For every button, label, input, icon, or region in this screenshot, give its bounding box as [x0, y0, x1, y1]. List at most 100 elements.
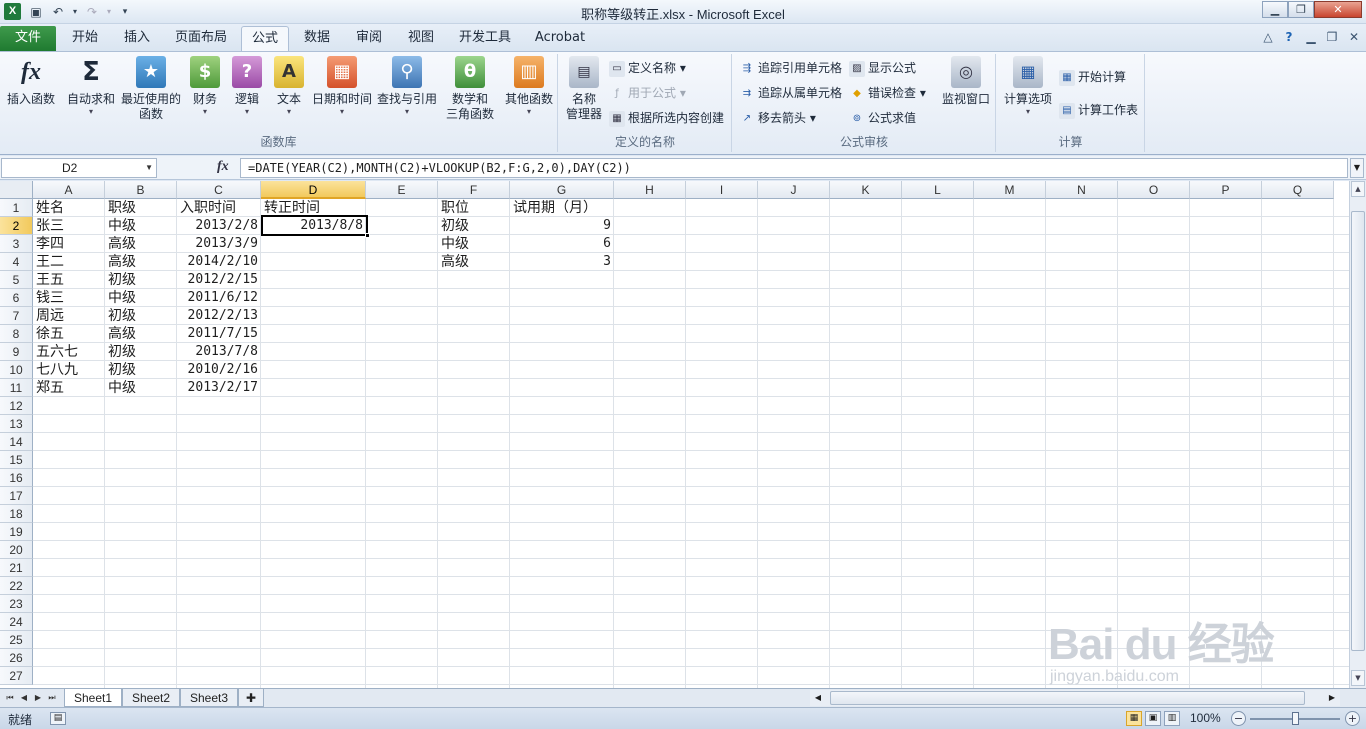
column-header-p[interactable]: P [1190, 181, 1262, 199]
row-header-13[interactable]: 13 [0, 415, 33, 433]
tab-view[interactable]: 视图 [398, 26, 444, 51]
column-header-l[interactable]: L [902, 181, 974, 199]
calculate-now-button[interactable]: ▦ 开始计算 [1059, 67, 1126, 87]
row-header-12[interactable]: 12 [0, 397, 33, 415]
cell-g2[interactable]: 9 [510, 217, 614, 235]
math-trig-button[interactable]: θ 数学和 三角函数 [440, 56, 500, 130]
cell-c1[interactable]: 入职时间 [177, 199, 261, 217]
tab-page-layout[interactable]: 页面布局 [166, 26, 236, 51]
cell-f2[interactable]: 初级 [438, 217, 510, 235]
trace-precedents-button[interactable]: ⇶ 追踪引用单元格 [739, 58, 842, 78]
tab-home[interactable]: 开始 [62, 26, 108, 51]
next-sheet-icon[interactable]: ▶ [32, 691, 44, 705]
cell-b9[interactable]: 初级 [105, 343, 177, 361]
row-header-1[interactable]: 1 [0, 199, 33, 217]
tab-developer[interactable]: 开发工具 [450, 26, 520, 51]
vertical-scrollbar[interactable]: ▲ ▼ [1349, 181, 1366, 688]
column-header-g[interactable]: G [510, 181, 614, 199]
chevron-down-icon[interactable]: ▼ [145, 159, 153, 177]
cell-a11[interactable]: 郑五 [33, 379, 105, 397]
evaluate-formula-button[interactable]: ⊚ 公式求值 [849, 108, 916, 128]
scroll-down-icon[interactable]: ▼ [1351, 670, 1365, 686]
scroll-left-icon[interactable]: ◀ [812, 691, 824, 705]
define-name-button[interactable]: ▭ 定义名称 ▾ [609, 58, 686, 78]
fill-handle[interactable] [365, 233, 370, 238]
lookup-reference-button[interactable]: ⚲ 查找与引用 ▾ [376, 56, 438, 130]
normal-view-icon[interactable]: ▦ [1126, 711, 1142, 726]
column-header-k[interactable]: K [830, 181, 902, 199]
sheet-tab-sheet3[interactable]: Sheet3 [180, 689, 238, 707]
row-header-3[interactable]: 3 [0, 235, 33, 253]
cell-c7[interactable]: 2012/2/13 [177, 307, 261, 325]
help-icon[interactable]: ? [1281, 29, 1297, 45]
column-header-a[interactable]: A [33, 181, 105, 199]
vertical-scroll-thumb[interactable] [1351, 211, 1365, 651]
date-time-button[interactable]: ▦ 日期和时间 ▾ [310, 56, 374, 130]
cell-b7[interactable]: 初级 [105, 307, 177, 325]
tab-formulas[interactable]: 公式 [241, 26, 289, 51]
financial-button[interactable]: $ 财务 ▾ [186, 56, 224, 130]
select-all-corner[interactable] [0, 181, 33, 199]
watch-window-button[interactable]: ◎ 监视窗口 [939, 56, 993, 130]
use-in-formula-button[interactable]: ƒ 用于公式 ▾ [609, 83, 686, 103]
cell-a3[interactable]: 李四 [33, 235, 105, 253]
close-button[interactable]: ✕ [1314, 1, 1362, 18]
first-sheet-icon[interactable]: ⏮ [4, 691, 16, 705]
minimize-ribbon-icon[interactable]: △ [1260, 29, 1276, 45]
row-header-6[interactable]: 6 [0, 289, 33, 307]
tab-review[interactable]: 审阅 [346, 26, 392, 51]
row-header-20[interactable]: 20 [0, 541, 33, 559]
cell-a1[interactable]: 姓名 [33, 199, 105, 217]
tab-file[interactable]: 文件 [0, 26, 56, 51]
tab-acrobat[interactable]: Acrobat [528, 26, 592, 51]
expand-formula-bar-icon[interactable]: ▼ [1350, 158, 1364, 178]
column-header-h[interactable]: H [614, 181, 686, 199]
row-header-14[interactable]: 14 [0, 433, 33, 451]
cell-b3[interactable]: 高级 [105, 235, 177, 253]
calculate-sheet-button[interactable]: ▤ 计算工作表 [1059, 100, 1138, 120]
cell-a6[interactable]: 钱三 [33, 289, 105, 307]
scroll-up-icon[interactable]: ▲ [1351, 181, 1365, 197]
row-header-18[interactable]: 18 [0, 505, 33, 523]
cell-b8[interactable]: 高级 [105, 325, 177, 343]
scroll-right-icon[interactable]: ▶ [1326, 691, 1338, 705]
logical-button[interactable]: ? 逻辑 ▾ [228, 56, 266, 130]
row-header-21[interactable]: 21 [0, 559, 33, 577]
insert-sheet-icon[interactable]: ✚ [238, 689, 264, 707]
page-layout-view-icon[interactable]: ▣ [1145, 711, 1161, 726]
tab-data[interactable]: 数据 [294, 26, 340, 51]
cell-c5[interactable]: 2012/2/15 [177, 271, 261, 289]
row-header-24[interactable]: 24 [0, 613, 33, 631]
row-header-22[interactable]: 22 [0, 577, 33, 595]
cell-f3[interactable]: 中级 [438, 235, 510, 253]
row-header-15[interactable]: 15 [0, 451, 33, 469]
cell-a10[interactable]: 七八九 [33, 361, 105, 379]
column-header-q[interactable]: Q [1262, 181, 1334, 199]
row-header-4[interactable]: 4 [0, 253, 33, 271]
row-header-2[interactable]: 2 [0, 217, 33, 235]
cell-c9[interactable]: 2013/7/8 [177, 343, 261, 361]
cell-f4[interactable]: 高级 [438, 253, 510, 271]
cell-a5[interactable]: 王五 [33, 271, 105, 289]
recently-used-button[interactable]: ★ 最近使用的 函数 [120, 56, 182, 130]
column-header-n[interactable]: N [1046, 181, 1118, 199]
cell-g4[interactable]: 3 [510, 253, 614, 271]
show-formulas-button[interactable]: ▨ 显示公式 [849, 58, 916, 78]
autosum-button[interactable]: Σ 自动求和 ▾ [64, 56, 118, 130]
cell-c6[interactable]: 2011/6/12 [177, 289, 261, 307]
tab-insert[interactable]: 插入 [114, 26, 160, 51]
row-header-7[interactable]: 7 [0, 307, 33, 325]
row-header-8[interactable]: 8 [0, 325, 33, 343]
workbook-close-icon[interactable]: ✕ [1346, 29, 1362, 45]
cell-b6[interactable]: 中级 [105, 289, 177, 307]
column-header-i[interactable]: I [686, 181, 758, 199]
restore-button[interactable]: ❐ [1288, 1, 1314, 18]
remove-arrows-button[interactable]: ↗ 移去箭头 ▾ [739, 108, 816, 128]
cell-c8[interactable]: 2011/7/15 [177, 325, 261, 343]
cell-b2[interactable]: 中级 [105, 217, 177, 235]
row-header-10[interactable]: 10 [0, 361, 33, 379]
create-from-selection-button[interactable]: ▦ 根据所选内容创建 [609, 108, 724, 128]
column-header-f[interactable]: F [438, 181, 510, 199]
calculation-options-button[interactable]: ▦ 计算选项 ▾ [1001, 56, 1055, 130]
column-header-m[interactable]: M [974, 181, 1046, 199]
